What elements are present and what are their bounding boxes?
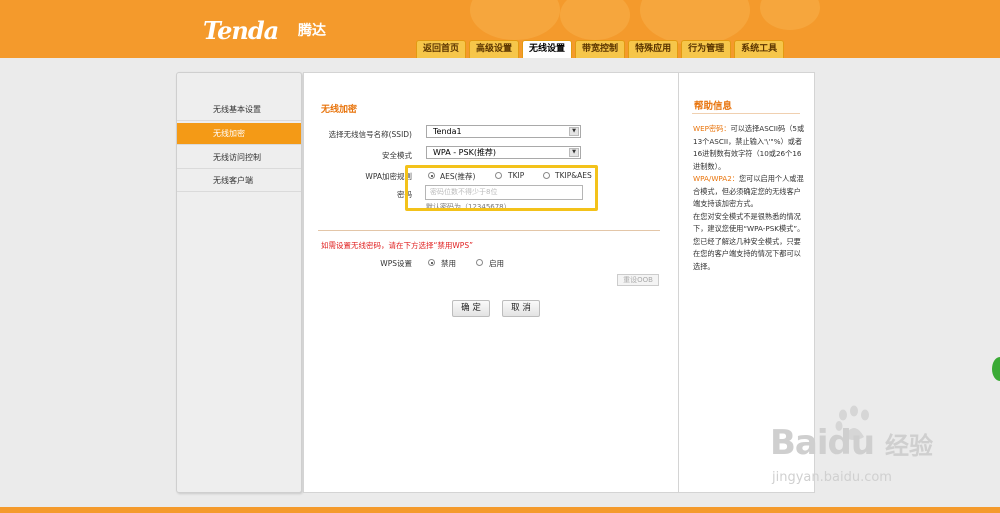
password-label: 密码 — [397, 190, 412, 199]
radio-tkip-label: TKIP — [508, 171, 525, 180]
tab-wireless[interactable]: 无线设置 — [522, 40, 573, 58]
top-header: Tenda 腾达 返回首页 高级设置 无线设置 带宽控制 特殊应用 行为管理 系… — [0, 0, 1000, 58]
watermark-brand-part2: du — [827, 423, 876, 463]
radio-tkip-aes-label: TKIP&AES — [555, 171, 592, 180]
header-decoration — [760, 0, 820, 30]
help-wpa-paragraph: WPA/WPA2：您可以启用个人或混合模式，但必须确定您的无线客户端支持该加密方… — [693, 173, 805, 211]
tab-special-apps[interactable]: 特殊应用 — [628, 40, 679, 58]
help-wep-paragraph: WEP密码：可以选择ASCII码（5或13个ASCII，禁止输入'\'"%）或者… — [693, 123, 805, 173]
footer-bar — [0, 507, 1000, 513]
radio-tkip[interactable] — [495, 172, 502, 179]
wpa-algorithm-label: WPA加密规则 — [365, 172, 412, 181]
main-nav: 返回首页 高级设置 无线设置 带宽控制 特殊应用 行为管理 系统工具 — [416, 40, 785, 58]
security-mode-label: 安全模式 — [382, 151, 412, 160]
watermark-brand-part1: Bai — [770, 423, 829, 463]
radio-wps-disable[interactable] — [428, 259, 435, 266]
radio-wps-enable[interactable] — [476, 259, 483, 266]
help-body: WEP密码：可以选择ASCII码（5或13个ASCII，禁止输入'\'"%）或者… — [693, 123, 805, 273]
password-default-hint: 默认密码为（12345678） — [426, 203, 511, 211]
header-decoration — [470, 0, 560, 40]
ssid-label: 选择无线信号名称(SSID) — [328, 130, 412, 139]
radio-wps-disable-label: 禁用 — [441, 259, 456, 268]
tab-behavior[interactable]: 行为管理 — [681, 40, 732, 58]
radio-tkip-aes[interactable] — [543, 172, 550, 179]
help-extra-paragraph: 在您对安全模式不是很熟悉的情况下，建议您使用“WPA-PSK模式”。您已经了解这… — [693, 211, 805, 271]
sidebar: 无线基本设置 无线加密 无线访问控制 无线客户端 — [176, 72, 302, 493]
sidebar-item-wireless-clients[interactable]: 无线客户端 — [177, 170, 301, 192]
floating-side-widget[interactable] — [992, 357, 1000, 381]
help-wep-key: WEP密码： — [693, 124, 731, 133]
tab-bandwidth[interactable]: 带宽控制 — [575, 40, 626, 58]
confirm-button[interactable]: 确 定 — [452, 300, 490, 317]
tab-advanced[interactable]: 高级设置 — [469, 40, 520, 58]
tab-home[interactable]: 返回首页 — [416, 40, 467, 58]
watermark-cn: 经验 — [885, 432, 933, 460]
sidebar-item-wireless-basic[interactable]: 无线基本设置 — [177, 99, 301, 121]
password-field[interactable]: 密码位数不得少于8位 — [425, 185, 583, 200]
watermark-url: jingyan.baidu.com — [772, 470, 892, 485]
radio-aes-label: AES(推荐) — [440, 172, 476, 181]
watermark-brand: Baidu — [770, 423, 876, 463]
radio-aes[interactable] — [428, 172, 435, 179]
chevron-down-icon: ▼ — [569, 148, 579, 157]
tenda-logo: Tenda — [203, 16, 279, 45]
header-decoration — [560, 0, 630, 40]
radio-wps-enable-label: 启用 — [489, 259, 504, 268]
help-divider — [692, 113, 800, 114]
tenda-logo-cn: 腾达 — [298, 23, 326, 39]
help-wpa-key: WPA/WPA2： — [693, 174, 739, 183]
section-title: 无线加密 — [321, 105, 358, 115]
security-mode-select[interactable]: WPA - PSK(推荐) ▼ — [426, 146, 581, 159]
ssid-select[interactable]: Tenda1 ▼ — [426, 125, 581, 138]
reset-oob-button[interactable]: 重设OOB — [617, 274, 659, 286]
ssid-value: Tenda1 — [433, 127, 462, 136]
tab-system-tools[interactable]: 系统工具 — [734, 40, 785, 58]
header-decoration — [640, 0, 750, 45]
sidebar-item-wireless-security[interactable]: 无线加密 — [177, 123, 301, 145]
chevron-down-icon: ▼ — [569, 127, 579, 136]
wps-label: WPS设置 — [380, 259, 412, 268]
wps-warning: 如需设置无线密码，请在下方选择“禁用WPS” — [321, 241, 473, 250]
security-mode-value: WPA - PSK(推荐) — [433, 148, 497, 157]
sidebar-item-access-control[interactable]: 无线访问控制 — [177, 147, 301, 169]
help-title: 帮助信息 — [694, 101, 733, 112]
cancel-button[interactable]: 取 消 — [502, 300, 540, 317]
divider — [318, 230, 660, 231]
